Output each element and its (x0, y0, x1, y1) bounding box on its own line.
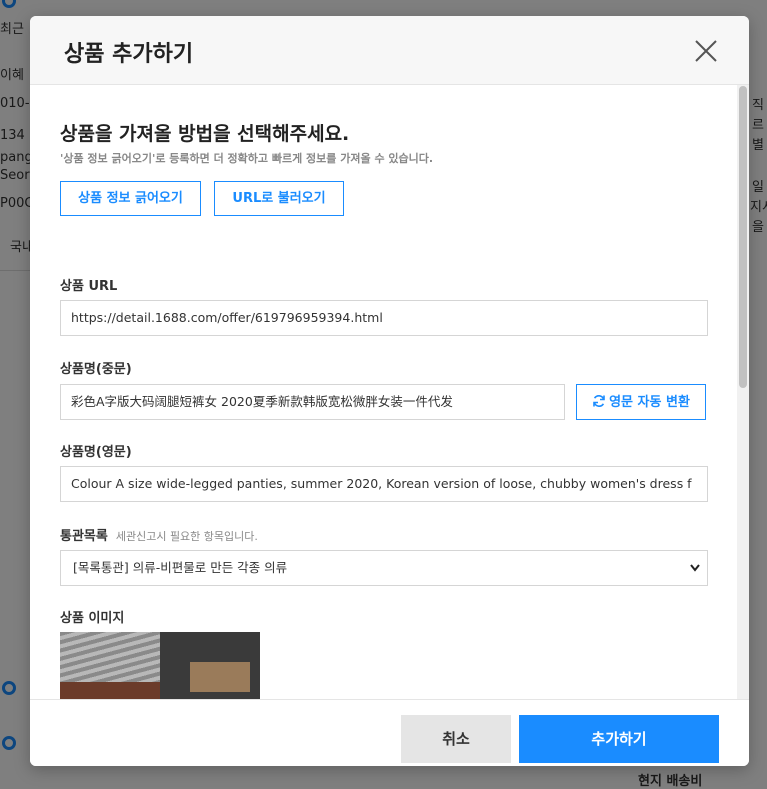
auto-translate-button[interactable]: 영문 자동 변환 (576, 384, 706, 420)
modal-body[interactable]: 상품을 가져올 방법을 선택해주세요. '상품 정보 긁어오기'로 등록하면 더… (30, 85, 749, 700)
image-label: 상품 이미지 (60, 611, 125, 626)
customs-hint: 세관신고시 필요한 항목입니다. (115, 530, 258, 543)
name-en-label: 상품명(영문) (60, 445, 132, 460)
modal-footer: 취소 추가하기 (30, 699, 749, 766)
cancel-button[interactable]: 취소 (401, 715, 511, 763)
scrape-product-button[interactable]: 상품 정보 긁어오기 (60, 181, 201, 216)
customs-selected-value: [목록통관] 의류-비편물로 만든 각종 의류 (73, 560, 288, 575)
customs-label-text: 통관목록 (60, 529, 108, 544)
url-input[interactable]: https://detail.1688.com/offer/6197969593… (60, 300, 708, 336)
modal-title: 상품 추가하기 (64, 42, 194, 67)
name-cn-input[interactable]: 彩色A字版大码阔腿短裤女 2020夏季新款韩版宽松微胖女装一件代发 (60, 384, 565, 420)
name-en-input[interactable]: Colour A size wide-legged panties, summe… (60, 466, 708, 502)
close-button[interactable] (693, 38, 719, 64)
refresh-icon (592, 385, 606, 419)
chevron-down-icon (689, 551, 701, 598)
method-heading: 상품을 가져올 방법을 선택해주세요. (60, 123, 350, 145)
customs-select[interactable]: [목록통관] 의류-비편물로 만든 각종 의류 (60, 550, 708, 586)
method-subtext: '상품 정보 긁어오기'로 등록하면 더 정확하고 빠르게 정보를 가져올 수 … (60, 152, 434, 165)
modal-header: 상품 추가하기 (30, 16, 749, 85)
add-button[interactable]: 추가하기 (519, 715, 719, 763)
close-icon (695, 40, 717, 62)
add-product-modal: 상품 추가하기 상품을 가져올 방법을 선택해주세요. '상품 정보 긁어오기'… (30, 16, 749, 766)
url-label: 상품 URL (60, 279, 118, 294)
scrollbar-thumb[interactable] (739, 86, 747, 388)
auto-translate-label: 영문 자동 변환 (609, 395, 690, 410)
load-url-button[interactable]: URL로 불러오기 (214, 181, 344, 216)
customs-label: 통관목록 세관신고시 필요한 항목입니다. (60, 525, 258, 544)
name-cn-label: 상품명(중문) (60, 362, 132, 377)
product-image (60, 632, 260, 700)
